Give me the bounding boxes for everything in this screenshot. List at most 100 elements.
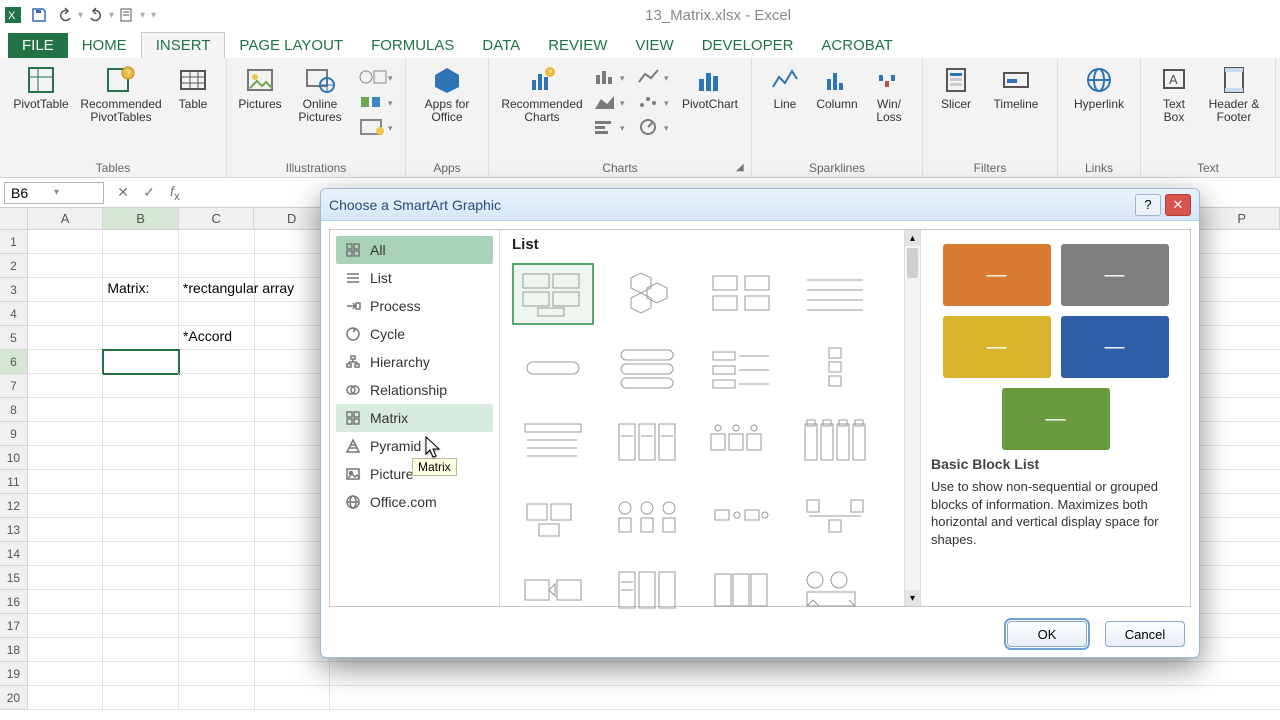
row-header[interactable]: 19 — [0, 662, 28, 686]
row-header[interactable]: 11 — [0, 470, 28, 494]
row-header[interactable]: 10 — [0, 446, 28, 470]
smartart-thumb[interactable] — [794, 263, 876, 325]
smartart-thumb[interactable] — [700, 337, 782, 399]
cell-B17[interactable] — [103, 614, 179, 638]
pivottable-button[interactable]: PivotTable — [8, 62, 74, 113]
cell-D18[interactable] — [255, 638, 331, 662]
tab-data[interactable]: DATA — [468, 33, 534, 58]
cell-B9[interactable] — [103, 422, 179, 446]
cell-D4[interactable] — [255, 302, 331, 326]
cell-C7[interactable] — [179, 374, 255, 398]
cell-A8[interactable] — [28, 398, 104, 422]
cell-C16[interactable] — [179, 590, 255, 614]
cell-C2[interactable] — [179, 254, 255, 278]
cell-D2[interactable] — [255, 254, 331, 278]
row-header[interactable]: 15 — [0, 566, 28, 590]
cell-D7[interactable] — [255, 374, 331, 398]
cell-A4[interactable] — [28, 302, 104, 326]
redo-icon[interactable] — [87, 6, 105, 24]
cell-A12[interactable] — [28, 494, 104, 518]
chart-type1-button[interactable]: ▾ — [589, 66, 631, 88]
pivotchart-button[interactable]: PivotChart — [677, 62, 743, 113]
row-header[interactable]: 17 — [0, 614, 28, 638]
cell-B15[interactable] — [103, 566, 179, 590]
cell-C1[interactable] — [179, 230, 255, 254]
row-header[interactable]: 1 — [0, 230, 28, 254]
cell-C19[interactable] — [179, 662, 255, 686]
col-header-A[interactable]: A — [28, 208, 104, 229]
smartart-thumb[interactable] — [794, 559, 876, 621]
smartart-thumb[interactable] — [512, 411, 594, 473]
tab-acrobat[interactable]: ACROBAT — [807, 33, 906, 58]
col-header-B[interactable]: B — [103, 208, 179, 229]
smartart-thumb[interactable] — [794, 411, 876, 473]
cell-A16[interactable] — [28, 590, 104, 614]
category-hierarchy[interactable]: Hierarchy — [336, 348, 493, 376]
name-box[interactable]: B6▾ — [4, 182, 104, 204]
col-header-C[interactable]: C — [179, 208, 255, 229]
cell-B5[interactable] — [103, 326, 179, 350]
category-pyramid[interactable]: Pyramid — [336, 432, 493, 460]
cell-A18[interactable] — [28, 638, 104, 662]
cell-C10[interactable] — [179, 446, 255, 470]
tab-developer[interactable]: DEVELOPER — [688, 33, 808, 58]
cell-C13[interactable] — [179, 518, 255, 542]
cell-C5[interactable]: *Accord — [179, 326, 255, 350]
tab-file[interactable]: FILE — [8, 33, 68, 58]
cell-B20[interactable] — [103, 686, 179, 710]
tab-view[interactable]: VIEW — [621, 33, 687, 58]
cell-D14[interactable] — [255, 542, 331, 566]
row-header[interactable]: 2 — [0, 254, 28, 278]
smartart-thumb[interactable] — [794, 485, 876, 547]
category-relationship[interactable]: Relationship — [336, 376, 493, 404]
cell[interactable] — [330, 662, 1280, 686]
pictures-button[interactable]: Pictures — [235, 62, 285, 113]
save-icon[interactable] — [30, 6, 48, 24]
hyperlink-button[interactable]: Hyperlink — [1066, 62, 1132, 113]
smartart-thumb[interactable] — [606, 263, 688, 325]
row-header[interactable]: 13 — [0, 518, 28, 542]
smartart-thumb[interactable] — [606, 337, 688, 399]
dialog-titlebar[interactable]: Choose a SmartArt Graphic ? ✕ — [321, 189, 1199, 221]
cell-B19[interactable] — [103, 662, 179, 686]
cell-C20[interactable] — [179, 686, 255, 710]
cell-D10[interactable] — [255, 446, 331, 470]
cell-C18[interactable] — [179, 638, 255, 662]
col-header-P[interactable]: P — [1204, 208, 1280, 229]
cell-A17[interactable] — [28, 614, 104, 638]
cell-B18[interactable] — [103, 638, 179, 662]
screenshot-mini-button[interactable]: ▾ — [355, 116, 397, 138]
textbox-button[interactable]: AText Box — [1149, 62, 1199, 126]
smartart-thumb[interactable] — [606, 559, 688, 621]
cell-A11[interactable] — [28, 470, 104, 494]
cell-B1[interactable] — [103, 230, 179, 254]
cell-D13[interactable] — [255, 518, 331, 542]
sparkline-line-button[interactable]: Line — [760, 62, 810, 113]
cell-A20[interactable] — [28, 686, 104, 710]
slicer-button[interactable]: Slicer — [931, 62, 981, 113]
cell-B7[interactable] — [103, 374, 179, 398]
category-process[interactable]: Process — [336, 292, 493, 320]
cell-C3[interactable]: *rectangular array — [179, 278, 255, 302]
row-header[interactable]: 4 — [0, 302, 28, 326]
cell-D8[interactable] — [255, 398, 331, 422]
tab-review[interactable]: REVIEW — [534, 33, 621, 58]
cell-B12[interactable] — [103, 494, 179, 518]
cell-D17[interactable] — [255, 614, 331, 638]
category-cycle[interactable]: Cycle — [336, 320, 493, 348]
cell-D16[interactable] — [255, 590, 331, 614]
cell-A1[interactable] — [28, 230, 104, 254]
row-header[interactable]: 18 — [0, 638, 28, 662]
tab-formulas[interactable]: FORMULAS — [357, 33, 468, 58]
dialog-help-button[interactable]: ? — [1135, 194, 1161, 216]
cell-C4[interactable] — [179, 302, 255, 326]
sparkline-winloss-button[interactable]: Win/ Loss — [864, 62, 914, 126]
chart-type5-button[interactable]: ▾ — [633, 91, 675, 113]
smartart-thumb[interactable] — [700, 485, 782, 547]
charts-dialog-launcher-icon[interactable]: ◢ — [736, 162, 748, 174]
cell-B10[interactable] — [103, 446, 179, 470]
cell-C9[interactable] — [179, 422, 255, 446]
row-header[interactable]: 7 — [0, 374, 28, 398]
cancel-edit-icon[interactable]: ✕ — [114, 184, 132, 201]
cell-D9[interactable] — [255, 422, 331, 446]
